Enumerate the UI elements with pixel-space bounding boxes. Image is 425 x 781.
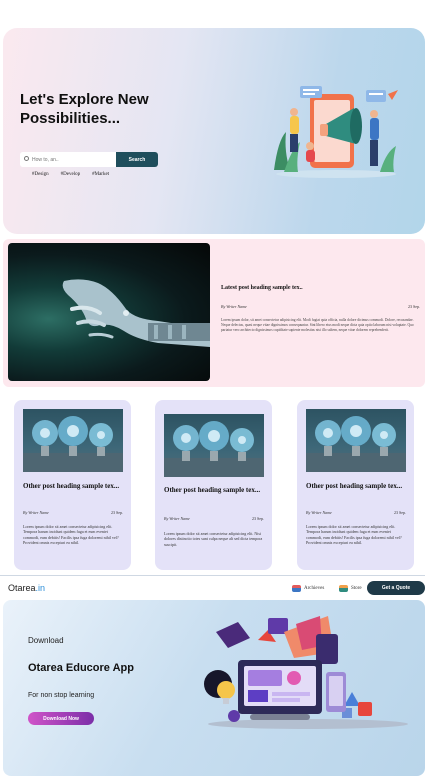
- search-bar: Search: [20, 152, 158, 167]
- nav-store[interactable]: Store: [339, 585, 362, 592]
- latest-post-writer: By Writer Name: [221, 304, 247, 309]
- card-bulbs-image: [23, 409, 123, 472]
- card-bulbs-image: [164, 414, 264, 477]
- tag-design[interactable]: #Design: [32, 172, 49, 177]
- post-card[interactable]: Other post heading sample tex... By Writ…: [14, 400, 131, 570]
- download-label: Download: [28, 636, 64, 645]
- tag-market[interactable]: #Market: [92, 172, 109, 177]
- card-date: 23 Sep.: [111, 510, 123, 515]
- card-heading[interactable]: Other post heading sample tex...: [164, 486, 264, 495]
- marketing-illustration: [274, 86, 398, 178]
- card-bulbs-image: [306, 409, 406, 472]
- app-subtitle: For non stop learning: [28, 692, 95, 699]
- light-bulbs-illustration: [23, 416, 123, 472]
- download-now-button[interactable]: Download Now: [28, 712, 94, 725]
- card-body: Lorem ipsum dolor sit amet consectetur a…: [164, 531, 263, 547]
- latest-post-body: Lorem ipsum dolor, sit amet consectetur …: [221, 318, 414, 332]
- latest-post-heading[interactable]: Latest post heading sample tex..: [221, 285, 303, 291]
- post-card[interactable]: Other post heading sample tex... By Writ…: [297, 400, 414, 570]
- card-body: Lorem ipsum dolor sit amet consectetur a…: [23, 524, 119, 546]
- card-body: Lorem ipsum dolor sit amet consectetur a…: [306, 524, 402, 546]
- nav-archieves[interactable]: Archieves: [292, 585, 324, 592]
- nav-archieves-label: Archieves: [304, 586, 325, 591]
- card-writer: By Writer Name: [306, 510, 332, 515]
- search-button[interactable]: Search: [116, 152, 158, 167]
- card-writer: By Writer Name: [164, 516, 190, 521]
- store-icon: [339, 585, 348, 592]
- brand-name: Otarea: [8, 583, 36, 593]
- tag-list: #Design #Develop #Market: [32, 172, 109, 177]
- latest-post-date: 23 Sep.: [408, 304, 420, 309]
- card-heading[interactable]: Other post heading sample tex...: [306, 482, 406, 491]
- card-writer: By Writer Name: [23, 510, 49, 515]
- navbar: Otarea.in Archieves Store: [0, 575, 425, 600]
- education-app-illustration: [204, 616, 408, 729]
- card-heading[interactable]: Other post heading sample tex...: [23, 482, 123, 491]
- robot-hand-image: [8, 243, 210, 381]
- search-input[interactable]: [20, 152, 116, 167]
- app-title: Otarea Educore App: [28, 662, 134, 674]
- tag-develop[interactable]: #Develop: [61, 172, 80, 177]
- brand-logo[interactable]: Otarea.in: [8, 583, 45, 593]
- brand-suffix: .in: [35, 583, 46, 593]
- search-icon: [24, 156, 29, 161]
- card-date: 23 Sep.: [394, 510, 406, 515]
- light-bulbs-illustration: [306, 416, 406, 472]
- archive-icon: [292, 585, 301, 592]
- light-bulbs-illustration: [164, 421, 264, 477]
- get-a-quote-button[interactable]: Get a Quote: [367, 581, 425, 595]
- robot-hand-illustration: [62, 279, 210, 347]
- hero-title: Let's Explore New Possibilities...: [20, 91, 149, 127]
- card-date: 23 Sep.: [252, 516, 264, 521]
- post-card[interactable]: Other post heading sample tex... By Writ…: [155, 400, 272, 570]
- nav-store-label: Store: [351, 586, 362, 591]
